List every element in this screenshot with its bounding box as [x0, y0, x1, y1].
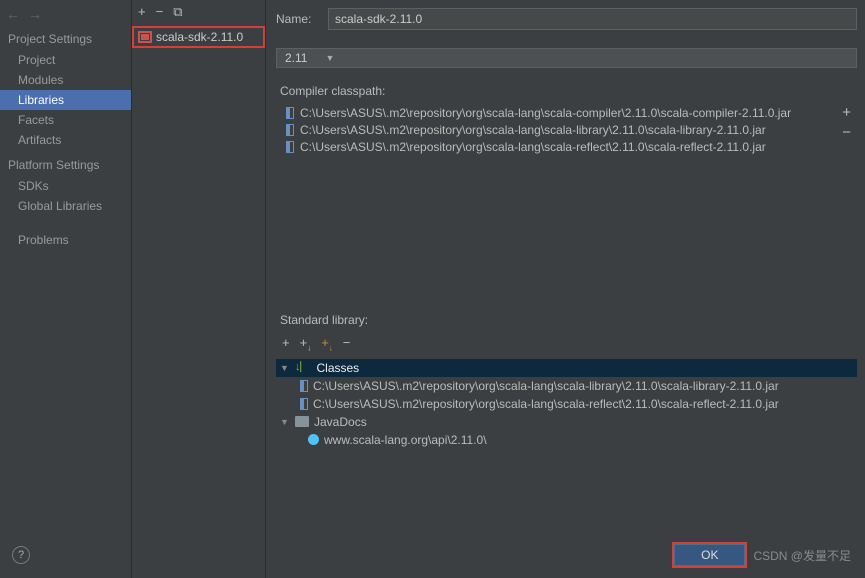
- ok-button-highlight: OK: [672, 542, 747, 568]
- globe-icon: [308, 434, 319, 445]
- tree-node-label: JavaDocs: [314, 415, 367, 429]
- sidebar-item-modules[interactable]: Modules: [0, 70, 131, 90]
- tree-row-path: C:\Users\ASUS\.m2\repository\org\scala-l…: [313, 397, 779, 411]
- platform-settings-header: Platform Settings: [0, 150, 131, 176]
- jar-icon: [286, 107, 294, 119]
- dropdown-value: 2.11: [285, 51, 307, 65]
- library-item-label: scala-sdk-2.11.0: [156, 30, 243, 44]
- library-detail-panel: Name: 2.11 ▼ Compiler classpath: + − C:\…: [266, 0, 865, 578]
- chevron-down-icon: ▼: [280, 417, 290, 427]
- library-item-scala-sdk[interactable]: scala-sdk-2.11.0: [132, 26, 265, 48]
- classes-node-icon: ↓⎸: [295, 361, 312, 374]
- dialog-footer: ? OK CSDN @发量不足: [0, 542, 865, 568]
- classpath-row[interactable]: C:\Users\ASUS\.m2\repository\org\scala-l…: [280, 104, 857, 121]
- nav-forward-icon[interactable]: →: [28, 6, 42, 22]
- nav-back-icon[interactable]: ←: [6, 6, 20, 22]
- jar-icon: [300, 398, 308, 410]
- sidebar-item-global-libraries[interactable]: Global Libraries: [0, 196, 131, 216]
- classpath-row[interactable]: C:\Users\ASUS\.m2\repository\org\scala-l…: [280, 121, 857, 138]
- add-std-alt-icon[interactable]: +↓: [300, 335, 312, 353]
- add-std-highlight-icon[interactable]: +↓: [321, 335, 333, 353]
- copy-library-icon[interactable]: ⧉: [173, 4, 182, 20]
- tree-node-javadocs[interactable]: ▼ JavaDocs: [276, 413, 857, 431]
- tree-row[interactable]: C:\Users\ASUS\.m2\repository\org\scala-l…: [276, 377, 857, 395]
- remove-library-icon[interactable]: −: [156, 4, 164, 20]
- jar-icon: [286, 124, 294, 136]
- add-std-icon[interactable]: +: [282, 335, 290, 353]
- tree-row[interactable]: C:\Users\ASUS\.m2\repository\org\scala-l…: [276, 395, 857, 413]
- classpath-path: C:\Users\ASUS\.m2\repository\org\scala-l…: [300, 106, 791, 120]
- classpath-row[interactable]: C:\Users\ASUS\.m2\repository\org\scala-l…: [280, 138, 857, 155]
- library-name-input[interactable]: [328, 8, 857, 30]
- standard-library-tree: ▼ ↓⎸ Classes C:\Users\ASUS\.m2\repositor…: [276, 359, 857, 449]
- tree-row-path: C:\Users\ASUS\.m2\repository\org\scala-l…: [313, 379, 779, 393]
- standard-library-label: Standard library:: [276, 311, 857, 331]
- add-library-icon[interactable]: +: [138, 4, 146, 20]
- tree-node-label: Classes: [317, 361, 360, 375]
- classpath-path: C:\Users\ASUS\.m2\repository\org\scala-l…: [300, 123, 766, 137]
- jar-icon: [300, 380, 308, 392]
- chevron-down-icon: ▼: [325, 53, 334, 63]
- scala-library-icon: [138, 31, 152, 43]
- tree-row[interactable]: www.scala-lang.org\api\2.11.0\: [276, 431, 857, 449]
- name-label: Name:: [276, 12, 320, 26]
- sidebar-item-project[interactable]: Project: [0, 50, 131, 70]
- remove-std-icon[interactable]: −: [343, 335, 351, 353]
- watermark: CSDN @发量不足: [753, 547, 851, 564]
- chevron-down-icon: ▼: [280, 363, 290, 373]
- tree-row-url: www.scala-lang.org\api\2.11.0\: [324, 433, 487, 447]
- compiler-classpath-label: Compiler classpath:: [276, 82, 857, 102]
- sidebar-item-problems[interactable]: Problems: [0, 230, 131, 250]
- sidebar-item-libraries[interactable]: Libraries: [0, 90, 131, 110]
- add-classpath-icon[interactable]: +: [842, 104, 851, 121]
- tree-node-classes[interactable]: ▼ ↓⎸ Classes: [276, 359, 857, 377]
- jar-icon: [286, 141, 294, 153]
- compiler-classpath-list: + − C:\Users\ASUS\.m2\repository\org\sca…: [276, 102, 857, 161]
- help-icon[interactable]: ?: [12, 546, 30, 564]
- project-settings-header: Project Settings: [0, 24, 131, 50]
- classpath-path: C:\Users\ASUS\.m2\repository\org\scala-l…: [300, 140, 766, 154]
- sidebar: ← → Project Settings Project Modules Lib…: [0, 0, 132, 578]
- sidebar-item-artifacts[interactable]: Artifacts: [0, 130, 131, 150]
- remove-classpath-icon[interactable]: −: [842, 124, 851, 141]
- library-list-panel: + − ⧉ scala-sdk-2.11.0: [132, 0, 266, 578]
- sidebar-item-sdks[interactable]: SDKs: [0, 176, 131, 196]
- ok-button[interactable]: OK: [674, 544, 745, 566]
- sidebar-item-facets[interactable]: Facets: [0, 110, 131, 130]
- folder-icon: [295, 416, 309, 427]
- scala-version-dropdown[interactable]: 2.11 ▼: [276, 48, 857, 68]
